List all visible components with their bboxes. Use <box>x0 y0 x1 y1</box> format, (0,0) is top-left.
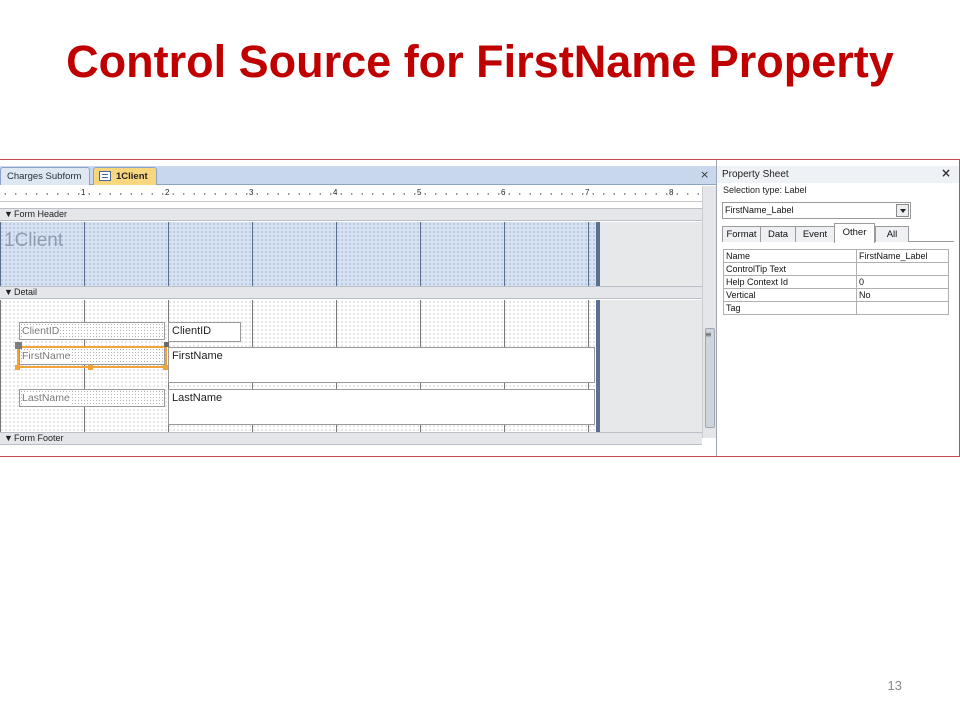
property-grid: Name FirstName_Label ControlTip Text Hel… <box>723 249 949 315</box>
tab-format[interactable]: Format <box>722 226 761 242</box>
vertical-scrollbar[interactable]: ≡ <box>702 186 716 438</box>
resize-handle[interactable] <box>15 365 20 370</box>
move-handle[interactable] <box>15 342 22 349</box>
property-name: Vertical <box>723 288 857 302</box>
ruler-number: 6 <box>500 188 507 197</box>
detail-bar[interactable]: ▼ Detail <box>0 286 702 299</box>
section-arrow-icon: ▼ <box>4 433 13 443</box>
selection-type: Selection type: Label <box>723 185 807 195</box>
property-tabs: Format Data Event Other All <box>722 223 954 243</box>
ruler-number: 8 <box>668 188 675 197</box>
document-tab-bar: Charges Subform 1Client <box>0 166 716 185</box>
property-name: Help Context Id <box>723 275 857 289</box>
ruler-number: 2 <box>164 188 171 197</box>
table-row[interactable]: ControlTip Text <box>723 262 949 276</box>
form-background <box>600 222 702 286</box>
lastname-label-text: LastName <box>22 392 70 404</box>
form-icon <box>99 171 111 181</box>
section-arrow-icon: ▼ <box>4 287 13 297</box>
tab-event[interactable]: Event <box>795 226 835 242</box>
property-value[interactable] <box>856 301 949 315</box>
property-name: ControlTip Text <box>723 262 857 276</box>
object-selector[interactable]: FirstName_Label <box>722 202 911 219</box>
form-footer-bar[interactable]: ▼ Form Footer <box>0 432 702 445</box>
scrollbar-thumb[interactable] <box>705 328 715 428</box>
property-sheet: Property Sheet × Selection type: Label F… <box>716 160 959 456</box>
tab-all[interactable]: All <box>875 226 909 242</box>
tab-data[interactable]: Data <box>760 226 796 242</box>
slide-number: 13 <box>887 678 902 693</box>
lastname-textbox[interactable]: LastName <box>168 389 595 425</box>
firstname-textbox[interactable]: FirstName <box>168 347 595 383</box>
resize-handle[interactable] <box>88 365 93 370</box>
scroll-grip-icon: ≡ <box>705 330 712 339</box>
property-sheet-title: Property Sheet <box>717 166 959 183</box>
ruler-number: 3 <box>248 188 255 197</box>
property-name: Tag <box>723 301 857 315</box>
tab-1client-label: 1Client <box>116 171 148 182</box>
access-screenshot: Charges Subform 1Client × 1 2 3 4 5 6 7 … <box>0 159 960 457</box>
tab-other[interactable]: Other <box>834 223 875 243</box>
table-row[interactable]: Name FirstName_Label <box>723 249 949 263</box>
property-value[interactable]: No <box>856 288 949 302</box>
form-header-bar[interactable]: ▼ Form Header <box>0 208 702 221</box>
table-row[interactable]: Vertical No <box>723 288 949 302</box>
table-row[interactable]: Help Context Id 0 <box>723 275 949 289</box>
object-selector-value: FirstName_Label <box>725 205 794 215</box>
form-header-caption[interactable]: 1Client <box>4 230 63 252</box>
form-designer: Charges Subform 1Client × 1 2 3 4 5 6 7 … <box>0 160 716 456</box>
form-header-grid[interactable] <box>0 222 600 286</box>
tab-charges-subform[interactable]: Charges Subform <box>0 167 90 185</box>
property-value[interactable]: 0 <box>856 275 949 289</box>
ruler-ticks <box>0 193 702 195</box>
close-icon[interactable]: × <box>941 166 951 180</box>
chevron-down-icon[interactable] <box>896 204 909 217</box>
clientid-textbox[interactable]: ClientID <box>168 322 241 342</box>
property-name: Name <box>723 249 857 263</box>
tab-1client[interactable]: 1Client <box>93 167 157 185</box>
ruler-number: 4 <box>332 188 339 197</box>
close-icon[interactable]: × <box>700 168 709 181</box>
ruler-number: 7 <box>584 188 591 197</box>
slide-title: Control Source for FirstName Property <box>66 36 894 87</box>
form-background <box>600 300 702 432</box>
clientid-label-text: ClientID <box>22 325 60 337</box>
property-value[interactable] <box>856 262 949 276</box>
ruler-number: 5 <box>416 188 423 197</box>
form-header-label: Form Header <box>14 209 68 219</box>
property-value[interactable]: FirstName_Label <box>856 249 949 263</box>
detail-label: Detail <box>14 287 38 297</box>
ruler-number: 1 <box>80 188 87 197</box>
clientid-label[interactable]: ClientID <box>19 322 165 340</box>
table-row[interactable]: Tag <box>723 301 949 315</box>
lastname-label[interactable]: LastName <box>19 389 165 407</box>
form-footer-label: Form Footer <box>14 433 64 443</box>
section-arrow-icon: ▼ <box>4 209 13 219</box>
horizontal-ruler[interactable]: 1 2 3 4 5 6 7 8 <box>0 186 702 202</box>
